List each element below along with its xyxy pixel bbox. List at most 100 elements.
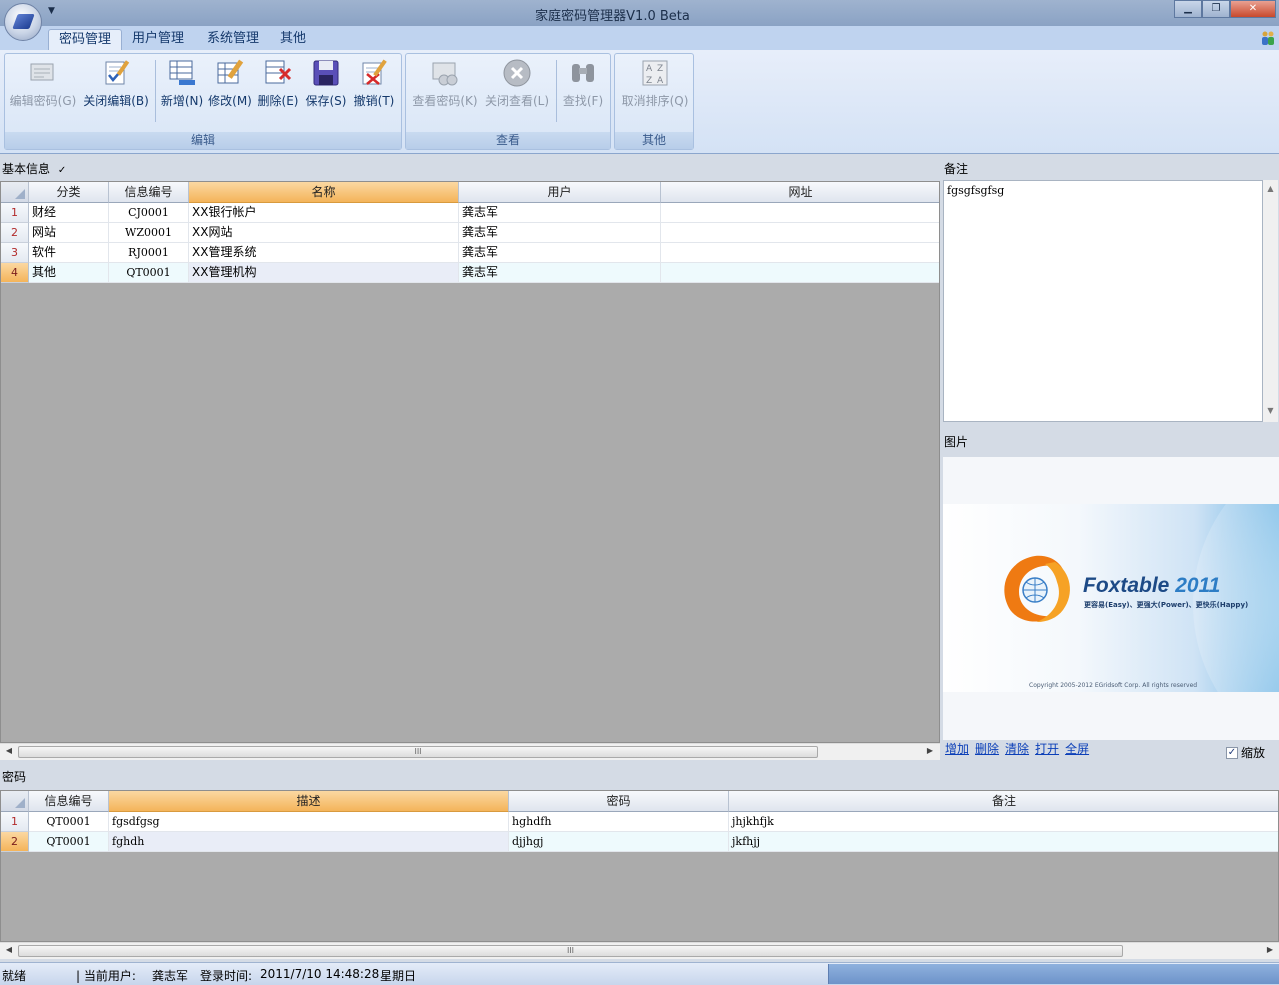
- column-header-user[interactable]: 用户: [459, 182, 661, 203]
- add-picture-link[interactable]: 增加: [945, 742, 969, 756]
- ribbon: 编辑密码(G) 关闭编辑(B) 新增(N) 修改(M) 删除(E) 保存(S) …: [0, 50, 1279, 154]
- table-row[interactable]: 1 财经 CJ0001 XX银行帐户 龚志军: [1, 203, 939, 223]
- table-row[interactable]: 3 软件 RJ0001 XX管理系统 龚志军: [1, 243, 939, 263]
- tab-password-management[interactable]: 密码管理: [48, 29, 123, 50]
- modify-icon: [217, 59, 244, 84]
- group-label-other: 其他: [615, 132, 693, 149]
- group-label-edit: 编辑: [5, 132, 401, 149]
- basic-info-label: 基本信息 ✓: [2, 162, 67, 176]
- close-circle-icon: [503, 59, 531, 87]
- status-weekday: 星期日: [380, 969, 417, 983]
- remarks-label: 备注: [944, 162, 969, 176]
- foxtable-splash-image: Foxtable 2011 更容易(Easy)、更强大(Power)、更快乐(H…: [943, 504, 1279, 692]
- ribbon-group-view: 查看密码(K) 关闭查看(L) 查找(F) 查看: [405, 53, 611, 150]
- svg-text:A: A: [657, 76, 664, 86]
- scroll-right-icon[interactable]: ▶: [1264, 945, 1276, 954]
- application-menu-button[interactable]: [4, 3, 42, 41]
- window-controls: ▁ ❐ ✕: [1174, 0, 1276, 18]
- ribbon-tabs: 密码管理 用户管理 系统管理 其他: [0, 26, 1279, 50]
- maximize-button[interactable]: ❐: [1202, 0, 1230, 18]
- close-edit-button[interactable]: 关闭编辑(B): [81, 54, 151, 114]
- passwords-grid-header: 信息编号 描述 密码 备注: [1, 791, 1278, 812]
- status-bar: 就绪 | 当前用户: 龚志军 登录时间: 2011/7/10 14:48:28 …: [0, 962, 1279, 985]
- table-row-current[interactable]: 2 QT0001 fghdh djjhgj jkfhjj: [1, 832, 1278, 852]
- edit-password-icon: [30, 63, 54, 81]
- remarks-vertical-scrollbar[interactable]: ▲ ▼: [1263, 180, 1278, 422]
- basic-info-grid[interactable]: 分类 信息编号 名称 用户 网址 1 财经 CJ0001 XX银行帐户 龚志军 …: [0, 181, 940, 743]
- status-login-time: 2011/7/10 14:48:28: [260, 967, 380, 981]
- open-picture-link[interactable]: 打开: [1035, 742, 1059, 756]
- cancel-sort-button[interactable]: AZZA 取消排序(Q): [619, 54, 691, 114]
- zoom-checkbox[interactable]: ✓ 缩放: [1226, 744, 1265, 761]
- scroll-down-icon[interactable]: ▼: [1263, 406, 1278, 415]
- save-icon: [313, 60, 339, 86]
- column-header-info-id[interactable]: 信息编号: [109, 182, 189, 203]
- delete-button[interactable]: 删除(E): [255, 54, 301, 114]
- column-header-category[interactable]: 分类: [29, 182, 109, 203]
- scroll-left-icon[interactable]: ◀: [3, 945, 15, 954]
- column-header-password[interactable]: 密码: [509, 791, 729, 812]
- delete-row-icon: [265, 60, 292, 84]
- select-all-corner[interactable]: [1, 182, 29, 203]
- status-login-label: 登录时间:: [200, 969, 253, 983]
- column-header-description[interactable]: 描述: [109, 791, 509, 812]
- tab-other[interactable]: 其他: [270, 29, 316, 50]
- quick-access-dropdown-icon[interactable]: ▼: [48, 6, 55, 16]
- svg-text:Z: Z: [657, 64, 663, 74]
- foxtable-slogan: 更容易(Easy)、更强大(Power)、更快乐(Happy): [1084, 601, 1249, 609]
- minimize-button[interactable]: ▁: [1174, 0, 1202, 18]
- view-password-button[interactable]: 查看密码(K): [410, 54, 480, 114]
- undo-icon: [362, 59, 387, 85]
- close-button[interactable]: ✕: [1230, 0, 1276, 18]
- ribbon-separator: [556, 60, 557, 122]
- zoom-check-icon[interactable]: ✓: [1226, 746, 1238, 759]
- passwords-horizontal-scrollbar[interactable]: ◀ III ▶: [0, 942, 1279, 959]
- add-row-icon: [169, 60, 195, 85]
- status-ready: 就绪: [2, 969, 27, 983]
- scroll-thumb[interactable]: III: [18, 945, 1123, 957]
- close-view-button[interactable]: 关闭查看(L): [482, 54, 552, 114]
- picture-label: 图片: [944, 435, 969, 449]
- column-header-url[interactable]: 网址: [661, 182, 939, 203]
- binoculars-icon: [572, 64, 594, 82]
- fullscreen-picture-link[interactable]: 全屏: [1065, 742, 1089, 756]
- column-header-name[interactable]: 名称: [189, 182, 459, 203]
- passwords-grid[interactable]: 信息编号 描述 密码 备注 1 QT0001 fgsdfgsg hghdfh j…: [0, 790, 1279, 942]
- svg-text:A: A: [646, 64, 653, 74]
- picture-actions: 增加 删除 清除 打开 全屏: [945, 740, 1095, 757]
- basic-info-horizontal-scrollbar[interactable]: ◀ III ▶: [0, 743, 940, 760]
- scroll-left-icon[interactable]: ◀: [3, 746, 15, 755]
- select-all-corner[interactable]: [1, 791, 29, 812]
- scroll-up-icon[interactable]: ▲: [1263, 184, 1278, 193]
- foxtable-logo-icon: [1004, 555, 1070, 622]
- scroll-right-icon[interactable]: ▶: [924, 746, 936, 755]
- edit-password-button[interactable]: 编辑密码(G): [7, 54, 79, 114]
- status-progress-area: [828, 964, 1279, 984]
- basic-info-grid-header: 分类 信息编号 名称 用户 网址: [1, 182, 939, 203]
- users-icon[interactable]: [1260, 30, 1276, 46]
- foxtable-copyright: Copyright 2005-2012 EGridsoft Corp. All …: [1029, 682, 1198, 689]
- close-edit-icon: [105, 60, 130, 85]
- remarks-textarea[interactable]: fgsgfsgfsg: [943, 180, 1263, 422]
- table-row[interactable]: 1 QT0001 fgsdfgsg hghdfh jhjkhfjk: [1, 812, 1278, 832]
- table-row-current[interactable]: 4 其他 QT0001 XX管理机构 龚志军: [1, 263, 939, 283]
- save-button[interactable]: 保存(S): [303, 54, 349, 114]
- ribbon-separator: [155, 60, 156, 122]
- tab-user-management[interactable]: 用户管理: [122, 29, 194, 50]
- app-logo-icon: [12, 14, 35, 29]
- table-row[interactable]: 2 网站 WZ0001 XX网站 龚志军: [1, 223, 939, 243]
- undo-button[interactable]: 撤销(T): [351, 54, 397, 114]
- modify-button[interactable]: 修改(M): [207, 54, 253, 114]
- picture-viewer[interactable]: Foxtable 2011 更容易(Easy)、更强大(Power)、更快乐(H…: [943, 457, 1279, 740]
- delete-picture-link[interactable]: 删除: [975, 742, 999, 756]
- foxtable-brand: Foxtable 2011: [1083, 574, 1221, 597]
- group-label-view: 查看: [406, 132, 610, 149]
- column-header-info-id[interactable]: 信息编号: [29, 791, 109, 812]
- add-button[interactable]: 新增(N): [159, 54, 205, 114]
- column-header-remarks[interactable]: 备注: [729, 791, 1278, 812]
- find-button[interactable]: 查找(F): [558, 54, 608, 114]
- clear-picture-link[interactable]: 清除: [1005, 742, 1029, 756]
- scroll-thumb[interactable]: III: [18, 746, 818, 758]
- ribbon-group-edit: 编辑密码(G) 关闭编辑(B) 新增(N) 修改(M) 删除(E) 保存(S) …: [4, 53, 402, 150]
- tab-system-management[interactable]: 系统管理: [197, 29, 269, 50]
